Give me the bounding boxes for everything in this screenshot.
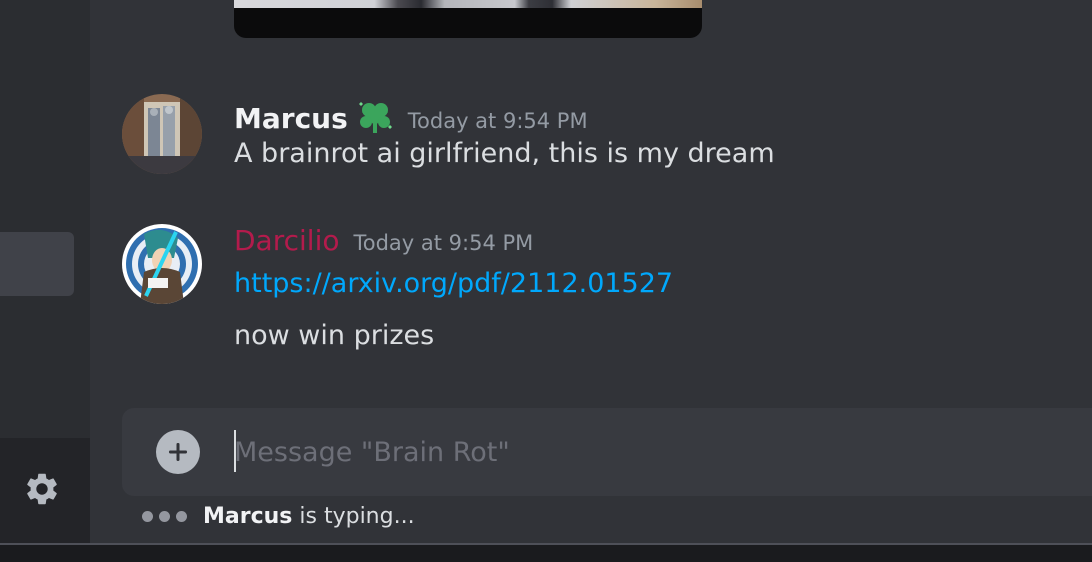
gear-icon	[27, 473, 57, 505]
message-input[interactable]	[234, 426, 1034, 478]
typing-indicator: Marcus is typing...	[142, 504, 415, 529]
message-content: now win prizes	[234, 320, 435, 351]
message-content: A brainrot ai girlfriend, this is my dre…	[234, 138, 775, 169]
message-author[interactable]: Marcus	[234, 102, 348, 135]
message-header: Darcilio Today at 9:54 PM	[234, 224, 533, 257]
add-attachment-button[interactable]	[156, 430, 200, 474]
typing-dots-icon	[142, 511, 193, 522]
sidebar-selected-channel[interactable]	[0, 232, 74, 296]
plus-icon	[169, 443, 187, 461]
text-cursor	[234, 430, 236, 472]
image-preview	[234, 0, 702, 8]
message-author[interactable]: Darcilio	[234, 224, 339, 257]
discord-app: Marcus Today at 9:54 PM A brainrot ai gi…	[0, 0, 1092, 562]
typing-text: is typing...	[299, 504, 415, 529]
message-timestamp: Today at 9:54 PM	[407, 109, 588, 133]
message-timestamp: Today at 9:54 PM	[353, 231, 534, 255]
clover-heart-icon[interactable]	[356, 100, 394, 134]
image-attachment[interactable]	[234, 0, 702, 38]
typing-user: Marcus	[203, 504, 293, 529]
arxiv-link[interactable]: https://arxiv.org/pdf/2112.01527	[234, 268, 673, 299]
channel-sidebar	[0, 0, 90, 543]
avatar[interactable]	[122, 94, 202, 174]
message-composer	[122, 408, 1092, 496]
avatar[interactable]	[122, 224, 202, 304]
bottom-bar	[0, 543, 1092, 562]
message-link-line: https://arxiv.org/pdf/2112.01527	[234, 268, 673, 299]
user-settings-button[interactable]	[20, 467, 64, 511]
message-header: Marcus Today at 9:54 PM	[234, 94, 588, 135]
